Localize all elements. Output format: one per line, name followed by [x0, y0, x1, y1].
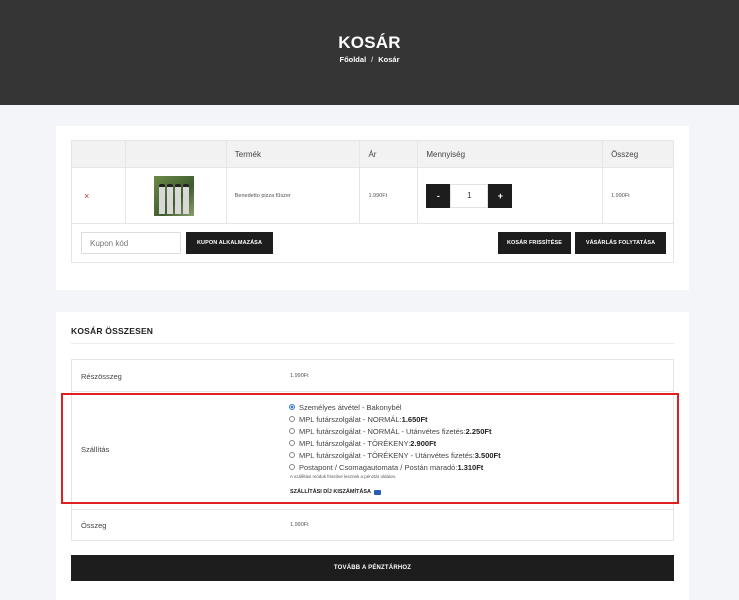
continue-shopping-button[interactable]: VÁSÁRLÁS FOLYTATÁSA	[575, 232, 666, 254]
product-price: 1.990Ft	[359, 167, 419, 224]
quantity-stepper: - 1 +	[426, 183, 602, 208]
table-row: × Benedetto pizza fűszer 1.990Ft - 1 + 1…	[71, 167, 674, 224]
cart-totals-heading: KOSÁR ÖSSZESEN	[71, 326, 154, 336]
cart-table: Termék Ár Mennyiség Összeg × Benedetto p…	[71, 140, 674, 224]
breadcrumb-current: Kosár	[378, 55, 400, 64]
breadcrumb: Főoldal / Kosár	[0, 55, 739, 64]
quantity-input[interactable]: 1	[450, 183, 489, 208]
page-title: KOSÁR	[338, 33, 401, 52]
product-name[interactable]: Benedetto pizza fűszer	[225, 167, 361, 224]
col-thumbnail	[124, 140, 227, 168]
total-row: Összeg 1.990Ft	[72, 510, 673, 540]
divider	[71, 343, 674, 344]
apply-coupon-button[interactable]: KUPON ALKALMAZÁSA	[186, 232, 273, 254]
update-cart-button[interactable]: KOSÁR FRISSÍTÉSE	[498, 232, 571, 254]
col-product: Termék	[225, 140, 361, 168]
proceed-to-checkout-button[interactable]: TOVÁBB A PÉNZTÁRHOZ	[71, 555, 674, 581]
col-price: Ár	[359, 140, 419, 168]
col-subtotal: Összeg	[602, 140, 674, 168]
total-label: Összeg	[81, 521, 107, 530]
product-thumbnail[interactable]	[153, 175, 194, 216]
cart-actions: Kupon kód KUPON ALKALMAZÁSA KOSÁR FRISSÍ…	[71, 223, 674, 263]
qty-plus-button[interactable]: +	[488, 183, 513, 208]
cart-card: Termék Ár Mennyiség Összeg × Benedetto p…	[56, 126, 689, 290]
remove-item-icon[interactable]: ×	[84, 191, 89, 201]
cart-table-header: Termék Ár Mennyiség Összeg	[71, 140, 674, 168]
product-subtotal: 1.990Ft	[602, 167, 674, 224]
breadcrumb-separator: /	[371, 55, 374, 64]
col-quantity: Mennyiség	[417, 140, 604, 168]
subtotal-value: 1.990Ft	[290, 373, 309, 379]
shipping-highlight-box	[61, 393, 679, 504]
coupon-input[interactable]: Kupon kód	[81, 232, 181, 254]
breadcrumb-home[interactable]: Főoldal	[339, 55, 366, 64]
page-header: KOSÁR Főoldal / Kosár	[0, 0, 739, 105]
total-value: 1.990Ft	[290, 522, 309, 528]
subtotal-label: Részösszeg	[81, 372, 122, 381]
subtotal-row: Részösszeg 1.990Ft	[72, 360, 673, 392]
col-remove	[71, 140, 126, 168]
qty-minus-button[interactable]: -	[426, 183, 451, 208]
